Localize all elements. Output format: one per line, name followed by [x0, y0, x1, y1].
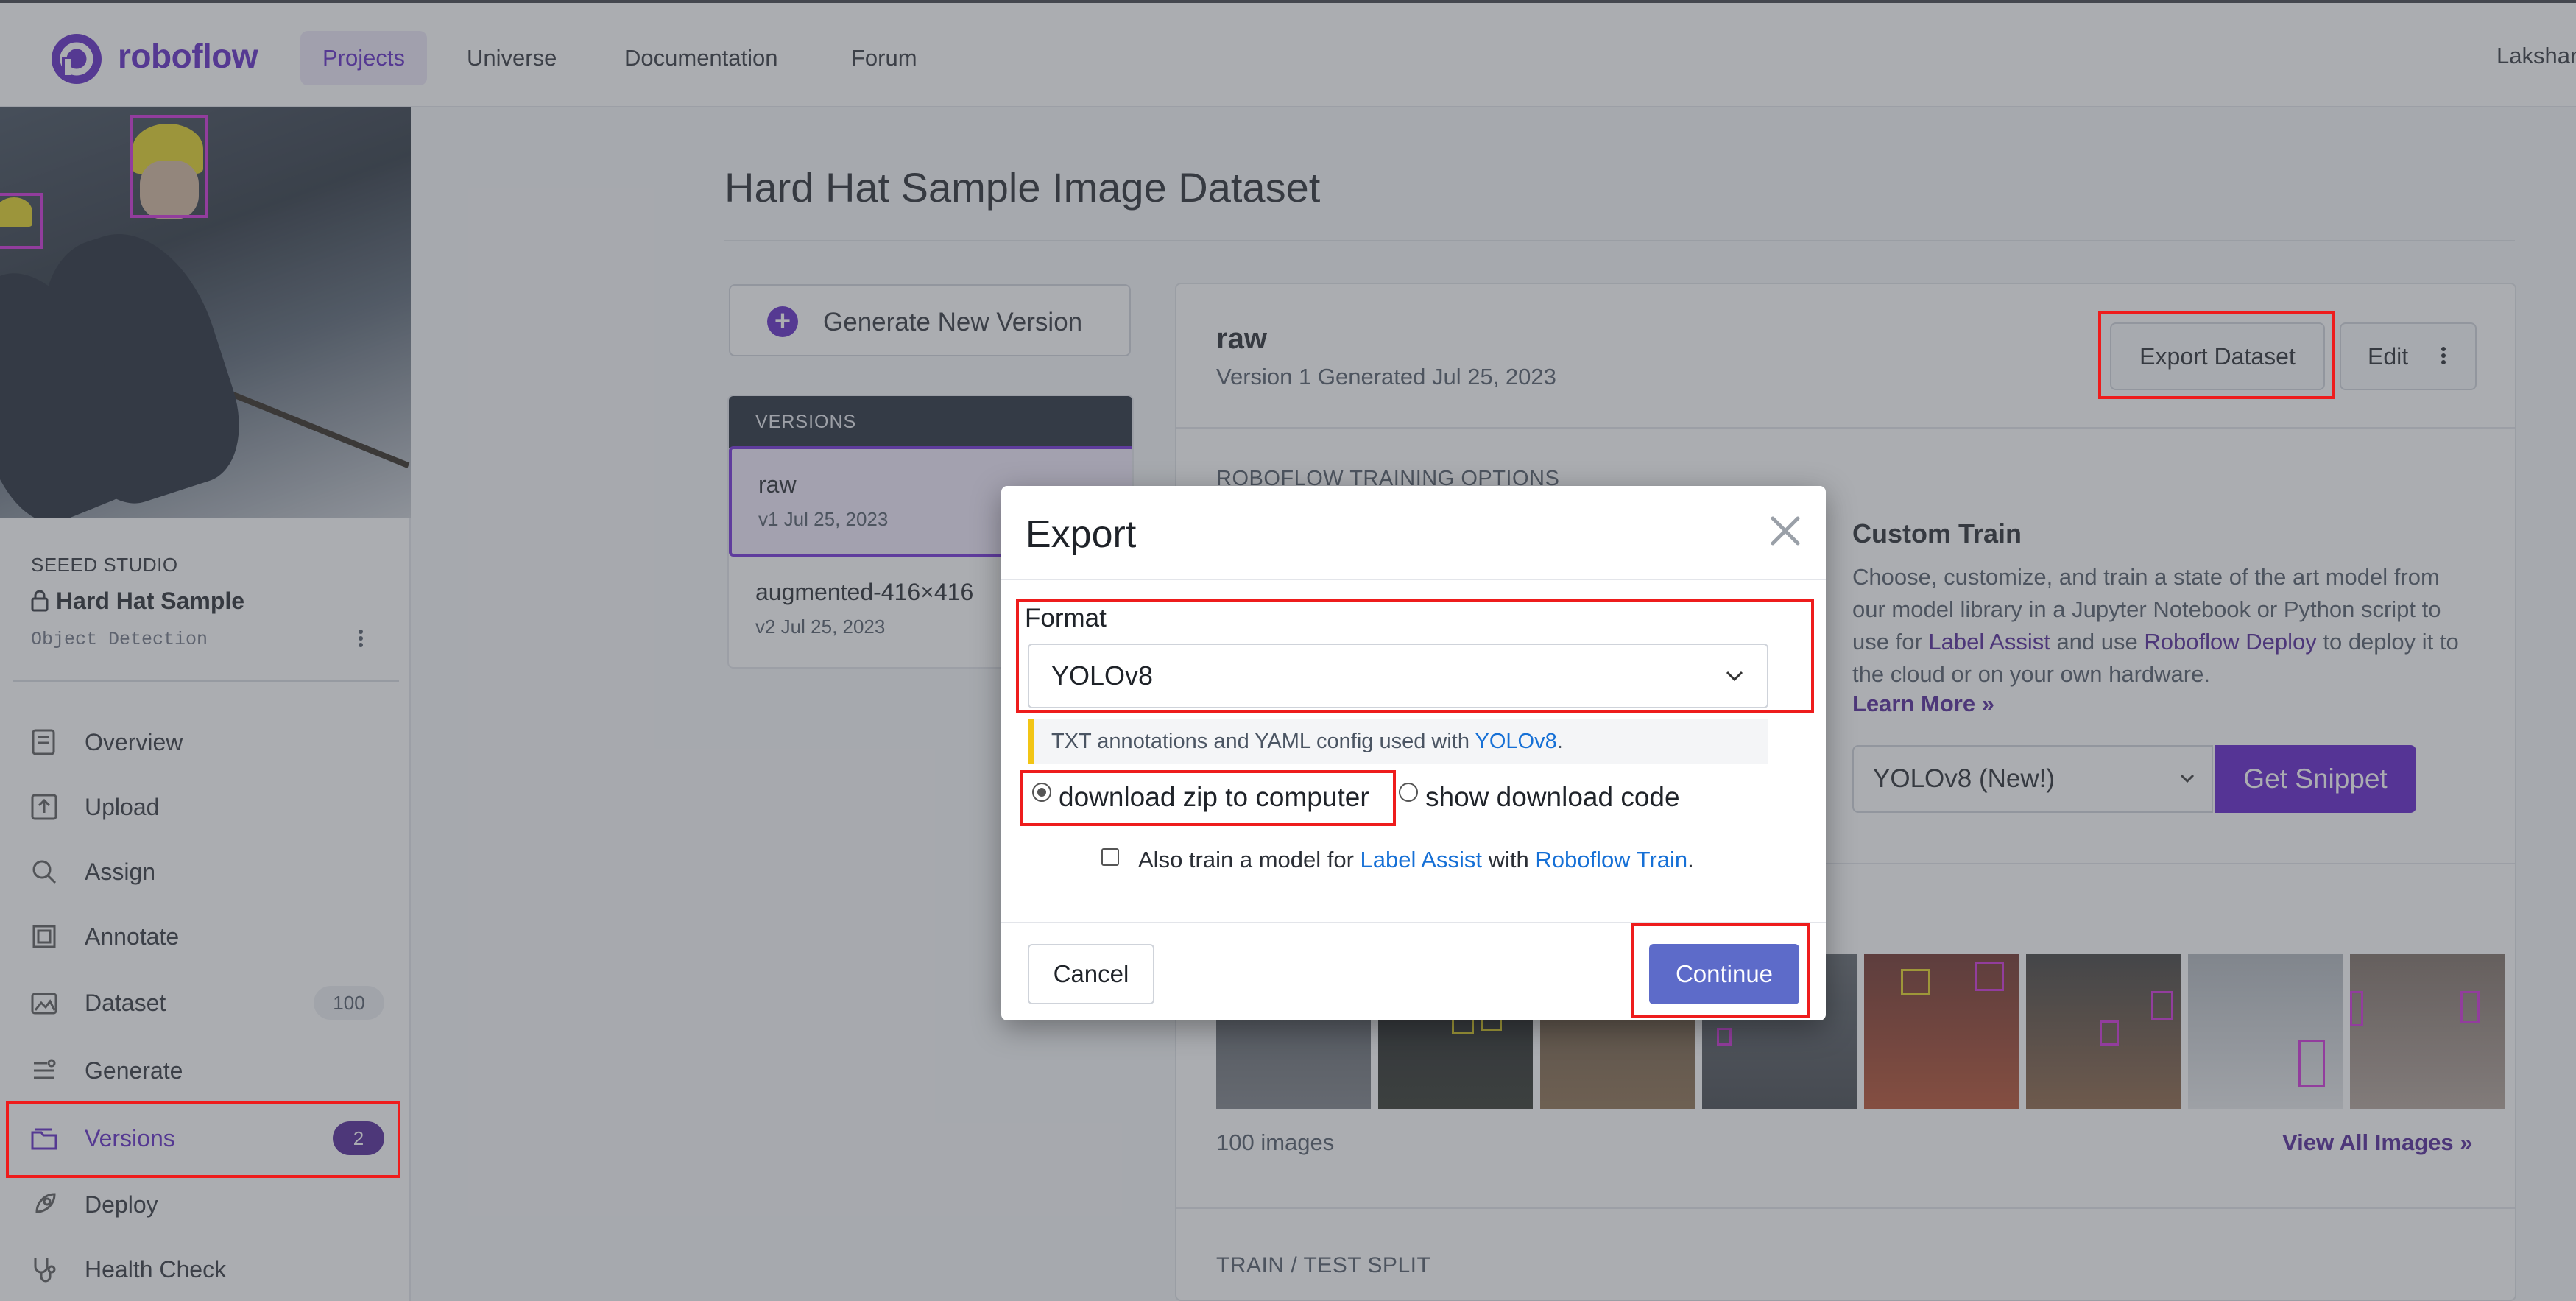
modal-title: Export	[1026, 513, 1137, 556]
radio-label: show download code	[1425, 782, 1680, 812]
hint-text: .	[1556, 730, 1563, 753]
modal-divider	[1001, 579, 1826, 580]
train-model-checkbox[interactable]	[1101, 848, 1119, 866]
checkbox-text: Also train a model for	[1138, 847, 1361, 872]
format-hint: TXT annotations and YAML config used wit…	[1028, 719, 1768, 764]
annotation-highlight	[1020, 770, 1396, 826]
annotation-highlight	[1631, 923, 1810, 1018]
hint-text: TXT annotations and YAML config used wit…	[1051, 730, 1475, 753]
yolov8-link[interactable]: YOLOv8	[1475, 730, 1557, 753]
radio-show-code[interactable]: show download code	[1399, 782, 1680, 813]
checkbox-text: with	[1481, 847, 1536, 872]
checkbox-text: .	[1687, 847, 1694, 872]
roboflow-train-link[interactable]: Roboflow Train	[1535, 847, 1687, 872]
close-icon[interactable]	[1767, 512, 1804, 549]
annotation-highlight	[1016, 599, 1814, 713]
label-assist-link[interactable]: Label Assist	[1361, 847, 1482, 872]
radio-button[interactable]	[1399, 783, 1418, 802]
annotation-highlight	[2098, 311, 2335, 399]
train-model-checkbox-row[interactable]: Also train a model for Label Assist with…	[1101, 847, 1694, 873]
annotation-highlight	[6, 1101, 400, 1178]
cancel-button[interactable]: Cancel	[1028, 944, 1154, 1004]
